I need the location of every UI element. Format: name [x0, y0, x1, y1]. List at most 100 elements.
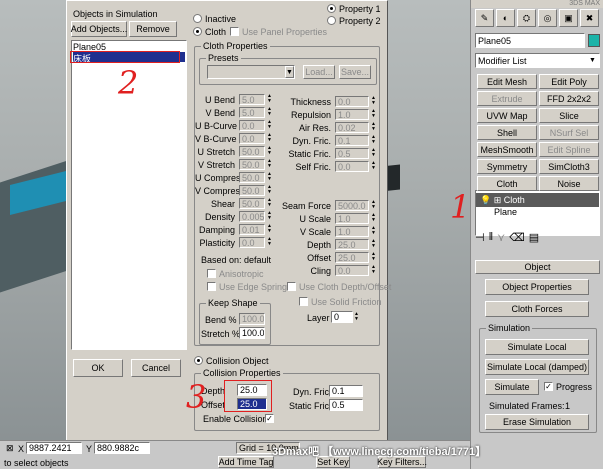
add-time-tag-button[interactable]: Add Time Tag	[218, 456, 274, 468]
use-panel-properties-checkbox[interactable]	[230, 27, 239, 36]
display-tab-icon[interactable]: ▣	[559, 9, 578, 27]
modifier-button[interactable]: Edit Mesh	[477, 74, 537, 89]
param-spinner[interactable]: ▲ ▼	[371, 161, 377, 171]
param-field[interactable]: 0.01	[239, 224, 265, 235]
modifier-button[interactable]: Symmetry	[477, 159, 537, 174]
modifier-button[interactable]: Edit Poly	[539, 74, 599, 89]
param-spinner[interactable]: ▲ ▼	[267, 146, 273, 156]
param-spinner[interactable]: ▲ ▼	[267, 159, 273, 169]
bend-percent-field[interactable]: 100.0	[239, 313, 265, 325]
modifier-button[interactable]: Edit Spline	[539, 142, 599, 157]
param-spinner[interactable]: ▲ ▼	[371, 109, 377, 119]
param-spinner[interactable]: ▲ ▼	[267, 94, 273, 104]
pin-stack-icon[interactable]: ⊣	[475, 231, 485, 244]
load-button[interactable]: Load...	[303, 65, 335, 79]
chevron-down-icon[interactable]: ▼	[285, 66, 294, 78]
param-field[interactable]: 0.0	[335, 96, 369, 107]
param-spinner[interactable]: ▲ ▼	[371, 135, 377, 145]
cloth-forces-button[interactable]: Cloth Forces	[485, 301, 589, 317]
param-spinner[interactable]: ▲ ▼	[371, 148, 377, 158]
param-spinner[interactable]: ▲ ▼	[371, 265, 377, 275]
inactive-radio[interactable]	[193, 14, 202, 23]
use-solid-friction-checkbox[interactable]	[299, 297, 308, 306]
layer-spinner[interactable]: ▲ ▼	[354, 312, 360, 322]
make-unique-icon[interactable]: ⋎	[497, 231, 505, 244]
stack-item-cloth[interactable]: 💡 ⊞ Cloth	[476, 193, 599, 207]
progress-checkbox[interactable]: ✓	[544, 382, 553, 391]
param-field[interactable]: 0.0	[239, 133, 265, 144]
param-field[interactable]: 0.5	[335, 148, 369, 159]
presets-dropdown[interactable]	[207, 65, 295, 79]
utilities-tab-icon[interactable]: ✖	[580, 9, 599, 27]
show-end-result-icon[interactable]: ‖	[489, 231, 494, 243]
save-button[interactable]: Save...	[339, 65, 371, 79]
param-field[interactable]: 5000.0	[335, 200, 369, 211]
modifier-button[interactable]: NSurf Sel	[539, 125, 599, 140]
lock-icon[interactable]: ⊠	[6, 443, 14, 454]
param-spinner[interactable]: ▲ ▼	[371, 239, 377, 249]
param-field[interactable]: 50.0	[239, 159, 265, 170]
param-spinner[interactable]: ▲ ▼	[371, 252, 377, 262]
param-field[interactable]: 0.1	[335, 135, 369, 146]
enable-collisions-checkbox[interactable]: ✓	[265, 414, 274, 423]
param-field[interactable]: 1.0	[335, 109, 369, 120]
stack-item-plane[interactable]: Plane	[476, 207, 599, 219]
use-edge-springs-checkbox[interactable]	[207, 282, 216, 291]
add-objects-button[interactable]: Add Objects...	[71, 21, 127, 37]
light-bulb-icon[interactable]: 💡	[480, 195, 491, 206]
property1-radio[interactable]	[327, 4, 336, 13]
param-field[interactable]: 1.0	[335, 213, 369, 224]
param-field[interactable]: 0.02	[335, 122, 369, 133]
modifier-button[interactable]: Extrude	[477, 91, 537, 106]
param-field[interactable]: 5.0	[239, 107, 265, 118]
use-cloth-depth-checkbox[interactable]	[287, 282, 296, 291]
modifier-button[interactable]: UVW Map	[477, 108, 537, 123]
modifier-button[interactable]: MeshSmooth	[477, 142, 537, 157]
param-field[interactable]: 50.0	[239, 172, 265, 183]
collision-object-radio[interactable]	[194, 356, 203, 365]
param-field[interactable]: 0.005	[239, 211, 265, 222]
collision-dyn-fric-field[interactable]: 0.1	[329, 385, 363, 397]
configure-sets-icon[interactable]: ▤	[529, 231, 539, 244]
object-properties-button[interactable]: Object Properties	[485, 279, 589, 295]
param-field[interactable]: 0.0	[335, 265, 369, 276]
modifier-list-dropdown[interactable]: Modifier List	[475, 53, 600, 68]
layer-field[interactable]: 0	[331, 311, 353, 323]
ok-button[interactable]: OK	[73, 359, 123, 377]
object-rollout-header[interactable]: Object	[475, 260, 600, 274]
erase-simulation-button[interactable]: Erase Simulation	[485, 414, 589, 430]
motion-tab-icon[interactable]: ◎	[538, 9, 557, 27]
param-field[interactable]: 25.0	[335, 252, 369, 263]
param-spinner[interactable]: ▲ ▼	[267, 172, 273, 182]
x-coordinate-field[interactable]: 9887.2421	[26, 442, 82, 454]
param-spinner[interactable]: ▲ ▼	[371, 200, 377, 210]
param-spinner[interactable]: ▲ ▼	[267, 107, 273, 117]
param-field[interactable]: 5.0	[239, 94, 265, 105]
param-field[interactable]: 0.0	[239, 120, 265, 131]
cloth-radio[interactable]	[193, 27, 202, 36]
stretch-percent-field[interactable]: 100.0	[239, 327, 265, 339]
modifier-button[interactable]: Slice	[539, 108, 599, 123]
create-tab-icon[interactable]: ✎	[475, 9, 494, 27]
param-spinner[interactable]: ▲ ▼	[371, 122, 377, 132]
object-color-swatch[interactable]	[588, 34, 600, 47]
modifier-button[interactable]: SimCloth3	[539, 159, 599, 174]
param-spinner[interactable]: ▲ ▼	[371, 213, 377, 223]
param-field[interactable]: 0.0	[239, 237, 265, 248]
param-spinner[interactable]: ▲ ▼	[267, 120, 273, 130]
object-name-field[interactable]: Plane05	[475, 33, 585, 48]
y-coordinate-field[interactable]: 880.9882c	[94, 442, 150, 454]
modify-tab-icon[interactable]: ◐	[496, 9, 515, 27]
anisotropic-checkbox[interactable]	[207, 269, 216, 278]
property2-radio[interactable]	[327, 16, 336, 25]
hierarchy-tab-icon[interactable]: ⛭	[517, 9, 536, 27]
param-field[interactable]: 50.0	[239, 185, 265, 196]
param-spinner[interactable]: ▲ ▼	[267, 185, 273, 195]
simulate-local-button[interactable]: Simulate Local	[485, 339, 589, 355]
param-field[interactable]: 50.0	[239, 146, 265, 157]
param-spinner[interactable]: ▲ ▼	[267, 211, 273, 221]
param-spinner[interactable]: ▲ ▼	[267, 224, 273, 234]
remove-button[interactable]: Remove	[129, 21, 177, 37]
modifier-button[interactable]: Cloth	[477, 176, 537, 191]
param-spinner[interactable]: ▲ ▼	[371, 226, 377, 236]
